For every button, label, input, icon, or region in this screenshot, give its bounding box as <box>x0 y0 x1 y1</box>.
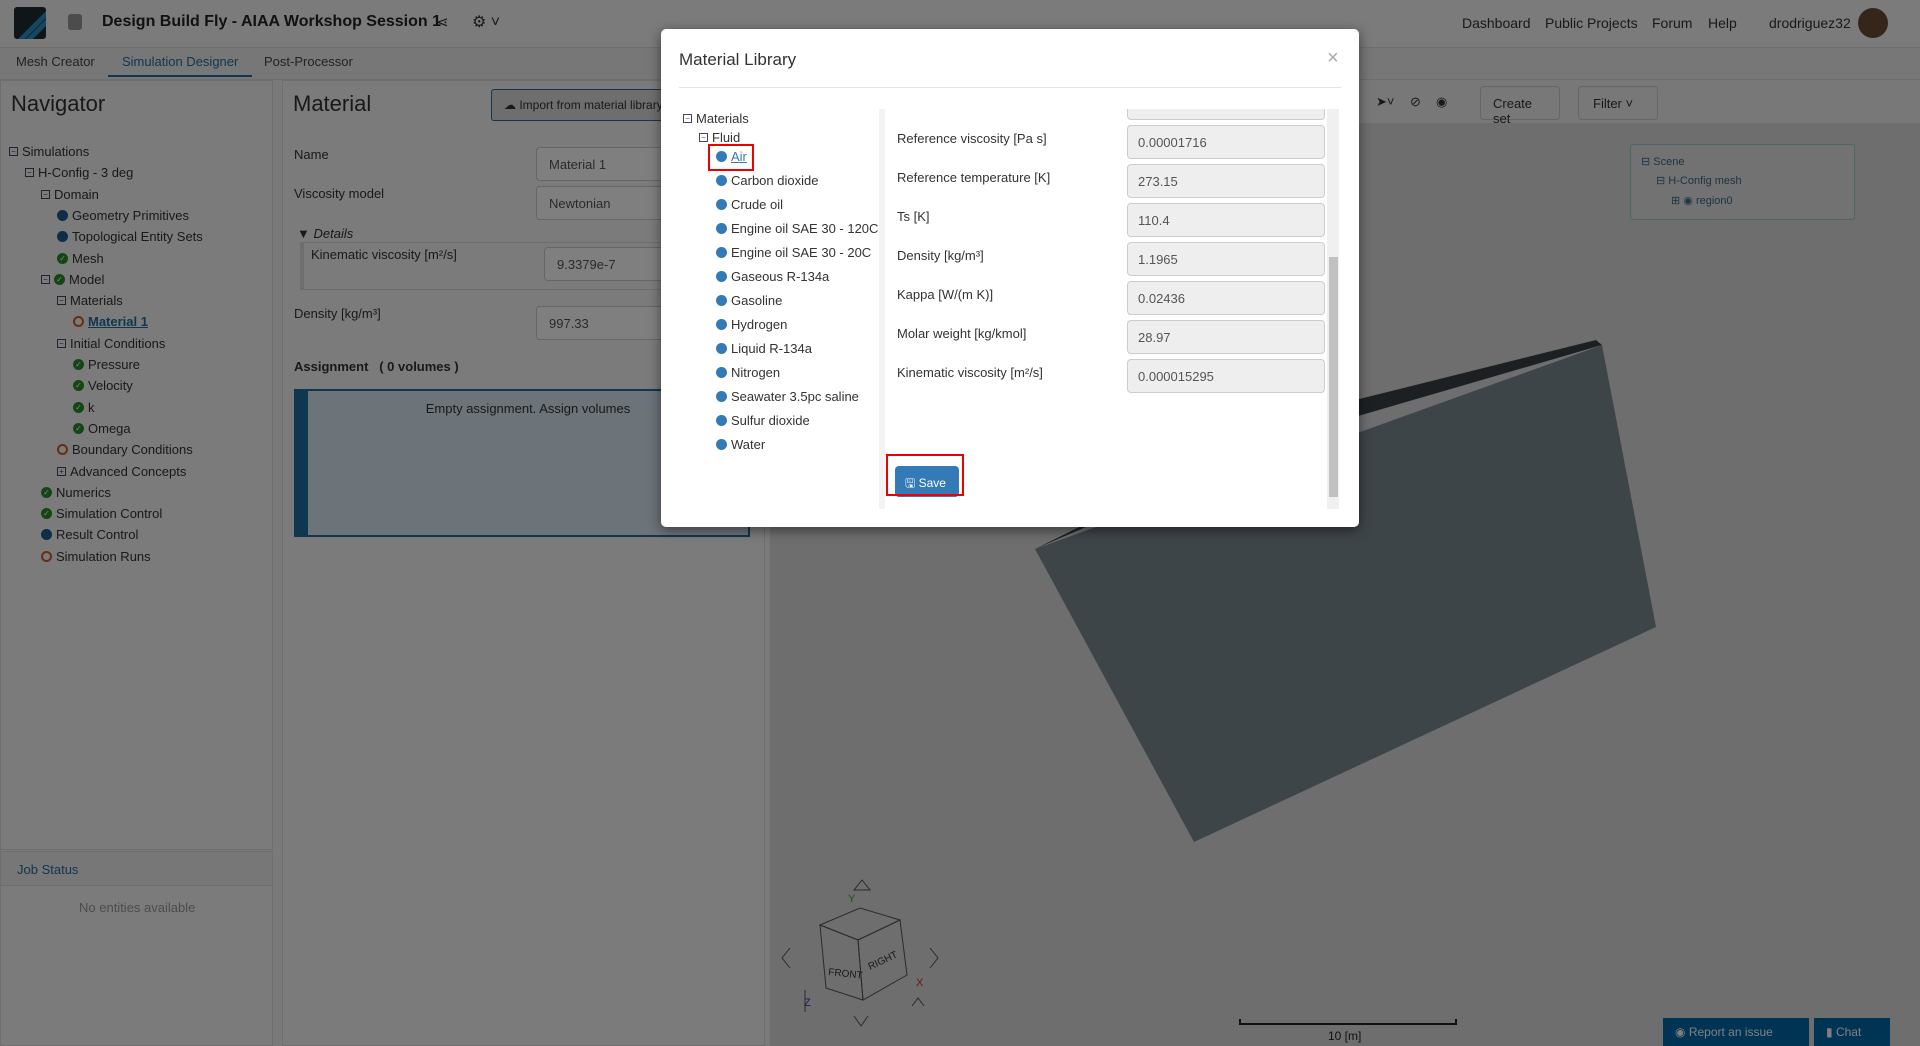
property-value[interactable]: 273.15 <box>1127 164 1325 198</box>
material-item[interactable]: Engine oil SAE 30 - 120C <box>716 221 878 236</box>
property-label: Density [kg/m³] <box>897 248 984 263</box>
material-item[interactable]: Liquid R-134a <box>716 341 812 356</box>
material-item[interactable]: Gaseous R-134a <box>716 269 829 284</box>
material-dot-icon <box>716 223 727 234</box>
material-dot-icon <box>716 247 727 258</box>
highlight-air <box>708 144 754 171</box>
material-item[interactable]: Nitrogen <box>716 365 780 380</box>
property-value[interactable]: 0.00001716 <box>1127 125 1325 159</box>
material-dot-icon <box>716 319 727 330</box>
property-value[interactable]: 202.499 <box>1127 109 1325 120</box>
material-dot-icon <box>716 439 727 450</box>
material-item[interactable]: Gasoline <box>716 293 782 308</box>
property-label: Ts [K] <box>897 209 930 224</box>
close-icon[interactable]: × <box>1327 47 1339 70</box>
property-label: Reference temperature [K] <box>897 170 1051 185</box>
material-item[interactable]: Sulfur dioxide <box>716 413 810 428</box>
material-dot-icon <box>716 367 727 378</box>
highlight-save <box>886 454 964 496</box>
material-dot-icon <box>716 415 727 426</box>
material-dot-icon <box>716 391 727 402</box>
modal-scrollbar[interactable] <box>1327 109 1339 509</box>
property-value[interactable]: 110.4 <box>1127 203 1325 237</box>
material-dot-icon <box>716 175 727 186</box>
material-dot-icon <box>716 343 727 354</box>
property-label: Molar weight [kg/kmol] <box>897 326 1027 341</box>
material-item[interactable]: Seawater 3.5pc saline <box>716 389 859 404</box>
modal-title: Material Library <box>679 50 797 69</box>
properties-form: Standard entropy [J/(kg K)]202.499Refere… <box>885 109 1325 509</box>
material-dot-icon <box>716 271 727 282</box>
material-item[interactable]: Engine oil SAE 30 - 20C <box>716 245 871 260</box>
property-label: Kappa [W/(m K)] <box>897 287 994 302</box>
property-value[interactable]: 28.97 <box>1127 320 1325 354</box>
collapse-icon[interactable]: − <box>699 133 708 142</box>
tree-fluid[interactable]: − Fluid <box>699 130 740 145</box>
material-item[interactable]: Crude oil <box>716 197 783 212</box>
property-value[interactable]: 1.1965 <box>1127 242 1325 276</box>
material-library-modal: Material Library × − Materials − Fluid Air… <box>661 29 1359 527</box>
material-item[interactable]: Carbon dioxide <box>716 173 818 188</box>
property-value[interactable]: 0.000015295 <box>1127 359 1325 393</box>
collapse-icon[interactable]: − <box>683 114 692 123</box>
material-dot-icon <box>716 199 727 210</box>
tree-materials[interactable]: − Materials <box>683 111 749 126</box>
property-value[interactable]: 0.02436 <box>1127 281 1325 315</box>
material-dot-icon <box>716 295 727 306</box>
property-label: Kinematic viscosity [m²/s] <box>897 365 1043 380</box>
property-label: Reference viscosity [Pa s] <box>897 131 1047 146</box>
material-item[interactable]: Water <box>716 437 765 452</box>
material-item[interactable]: Hydrogen <box>716 317 787 332</box>
